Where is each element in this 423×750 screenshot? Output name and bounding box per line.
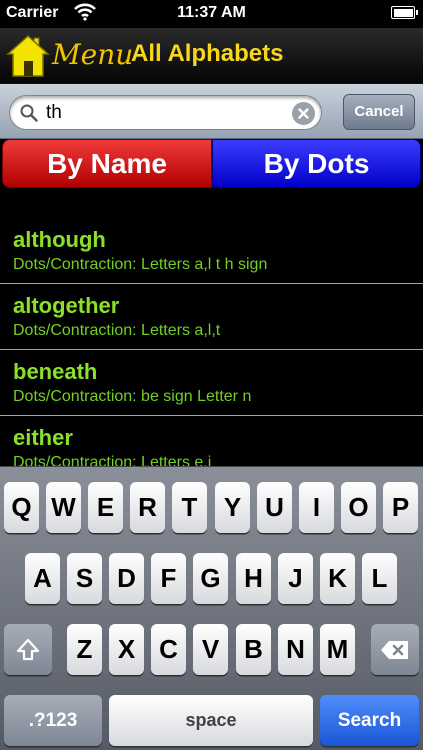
- key-s[interactable]: S: [67, 553, 102, 604]
- key-a[interactable]: A: [25, 553, 60, 604]
- search-icon: [20, 104, 38, 122]
- sort-segmented-control: By Name By Dots: [0, 139, 423, 188]
- cancel-button[interactable]: Cancel: [343, 94, 415, 130]
- delete-icon: [381, 640, 408, 659]
- key-d[interactable]: D: [109, 553, 144, 604]
- key-l[interactable]: L: [362, 553, 397, 604]
- key-k[interactable]: K: [320, 553, 355, 604]
- key-w[interactable]: W: [46, 482, 81, 533]
- key-o[interactable]: O: [341, 482, 376, 533]
- list-item[interactable]: beneath Dots/Contraction: be sign Letter…: [0, 350, 423, 416]
- list-item[interactable]: either Dots/Contraction: Letters e,i: [0, 416, 423, 466]
- search-key[interactable]: Search: [320, 695, 419, 746]
- numbers-key[interactable]: .?123: [4, 695, 102, 746]
- result-detail: Dots/Contraction: be sign Letter n: [13, 388, 252, 405]
- key-f[interactable]: F: [151, 553, 186, 604]
- key-n[interactable]: N: [278, 624, 313, 675]
- key-j[interactable]: J: [278, 553, 313, 604]
- search-field[interactable]: [9, 95, 322, 130]
- list-item[interactable]: although Dots/Contraction: Letters a,l t…: [0, 218, 423, 284]
- key-x[interactable]: X: [109, 624, 144, 675]
- search-bar: Cancel: [0, 84, 423, 139]
- key-r[interactable]: R: [130, 482, 165, 533]
- result-detail: Dots/Contraction: Letters e,i: [13, 454, 212, 466]
- result-detail: Dots/Contraction: Letters a,l,t: [13, 322, 221, 339]
- search-input[interactable]: [46, 100, 286, 126]
- key-i[interactable]: I: [299, 482, 334, 533]
- key-e[interactable]: E: [88, 482, 123, 533]
- result-word: altogether: [13, 293, 120, 318]
- list-item[interactable]: altogether Dots/Contraction: Letters a,l…: [0, 284, 423, 350]
- key-q[interactable]: Q: [4, 482, 39, 533]
- menu-button[interactable]: Menu: [6, 32, 133, 80]
- result-word: either: [13, 425, 73, 450]
- key-y[interactable]: Y: [215, 482, 250, 533]
- result-detail: Dots/Contraction: Letters a,l t h sign: [13, 256, 268, 273]
- key-m[interactable]: M: [320, 624, 355, 675]
- keyboard: Q W E R T Y U I O P A S D F G H J K L Z …: [0, 466, 423, 750]
- segment-by-name[interactable]: By Name: [2, 139, 212, 188]
- space-key[interactable]: space: [109, 695, 313, 746]
- shift-key[interactable]: [4, 624, 52, 675]
- clear-icon[interactable]: [292, 102, 315, 125]
- menu-label: Menu: [52, 38, 134, 71]
- key-t[interactable]: T: [172, 482, 207, 533]
- delete-key[interactable]: [371, 624, 419, 675]
- segment-by-dots[interactable]: By Dots: [212, 139, 421, 188]
- result-word: although: [13, 227, 106, 252]
- clock: 11:37 AM: [177, 4, 246, 21]
- home-icon: [6, 34, 50, 77]
- shift-icon: [16, 638, 40, 660]
- page-title: All Alphabets: [131, 40, 284, 67]
- result-word: beneath: [13, 359, 98, 384]
- results-list: although Dots/Contraction: Letters a,l t…: [0, 218, 423, 466]
- key-u[interactable]: U: [257, 482, 292, 533]
- nav-bar: Menu All Alphabets: [0, 28, 423, 84]
- key-z[interactable]: Z: [67, 624, 102, 675]
- key-b[interactable]: B: [236, 624, 271, 675]
- key-c[interactable]: C: [151, 624, 186, 675]
- key-v[interactable]: V: [193, 624, 228, 675]
- key-h[interactable]: H: [236, 553, 271, 604]
- battery-icon: [391, 6, 418, 19]
- key-g[interactable]: G: [193, 553, 228, 604]
- key-p[interactable]: P: [383, 482, 418, 533]
- status-bar: Carrier 11:37 AM: [0, 0, 423, 28]
